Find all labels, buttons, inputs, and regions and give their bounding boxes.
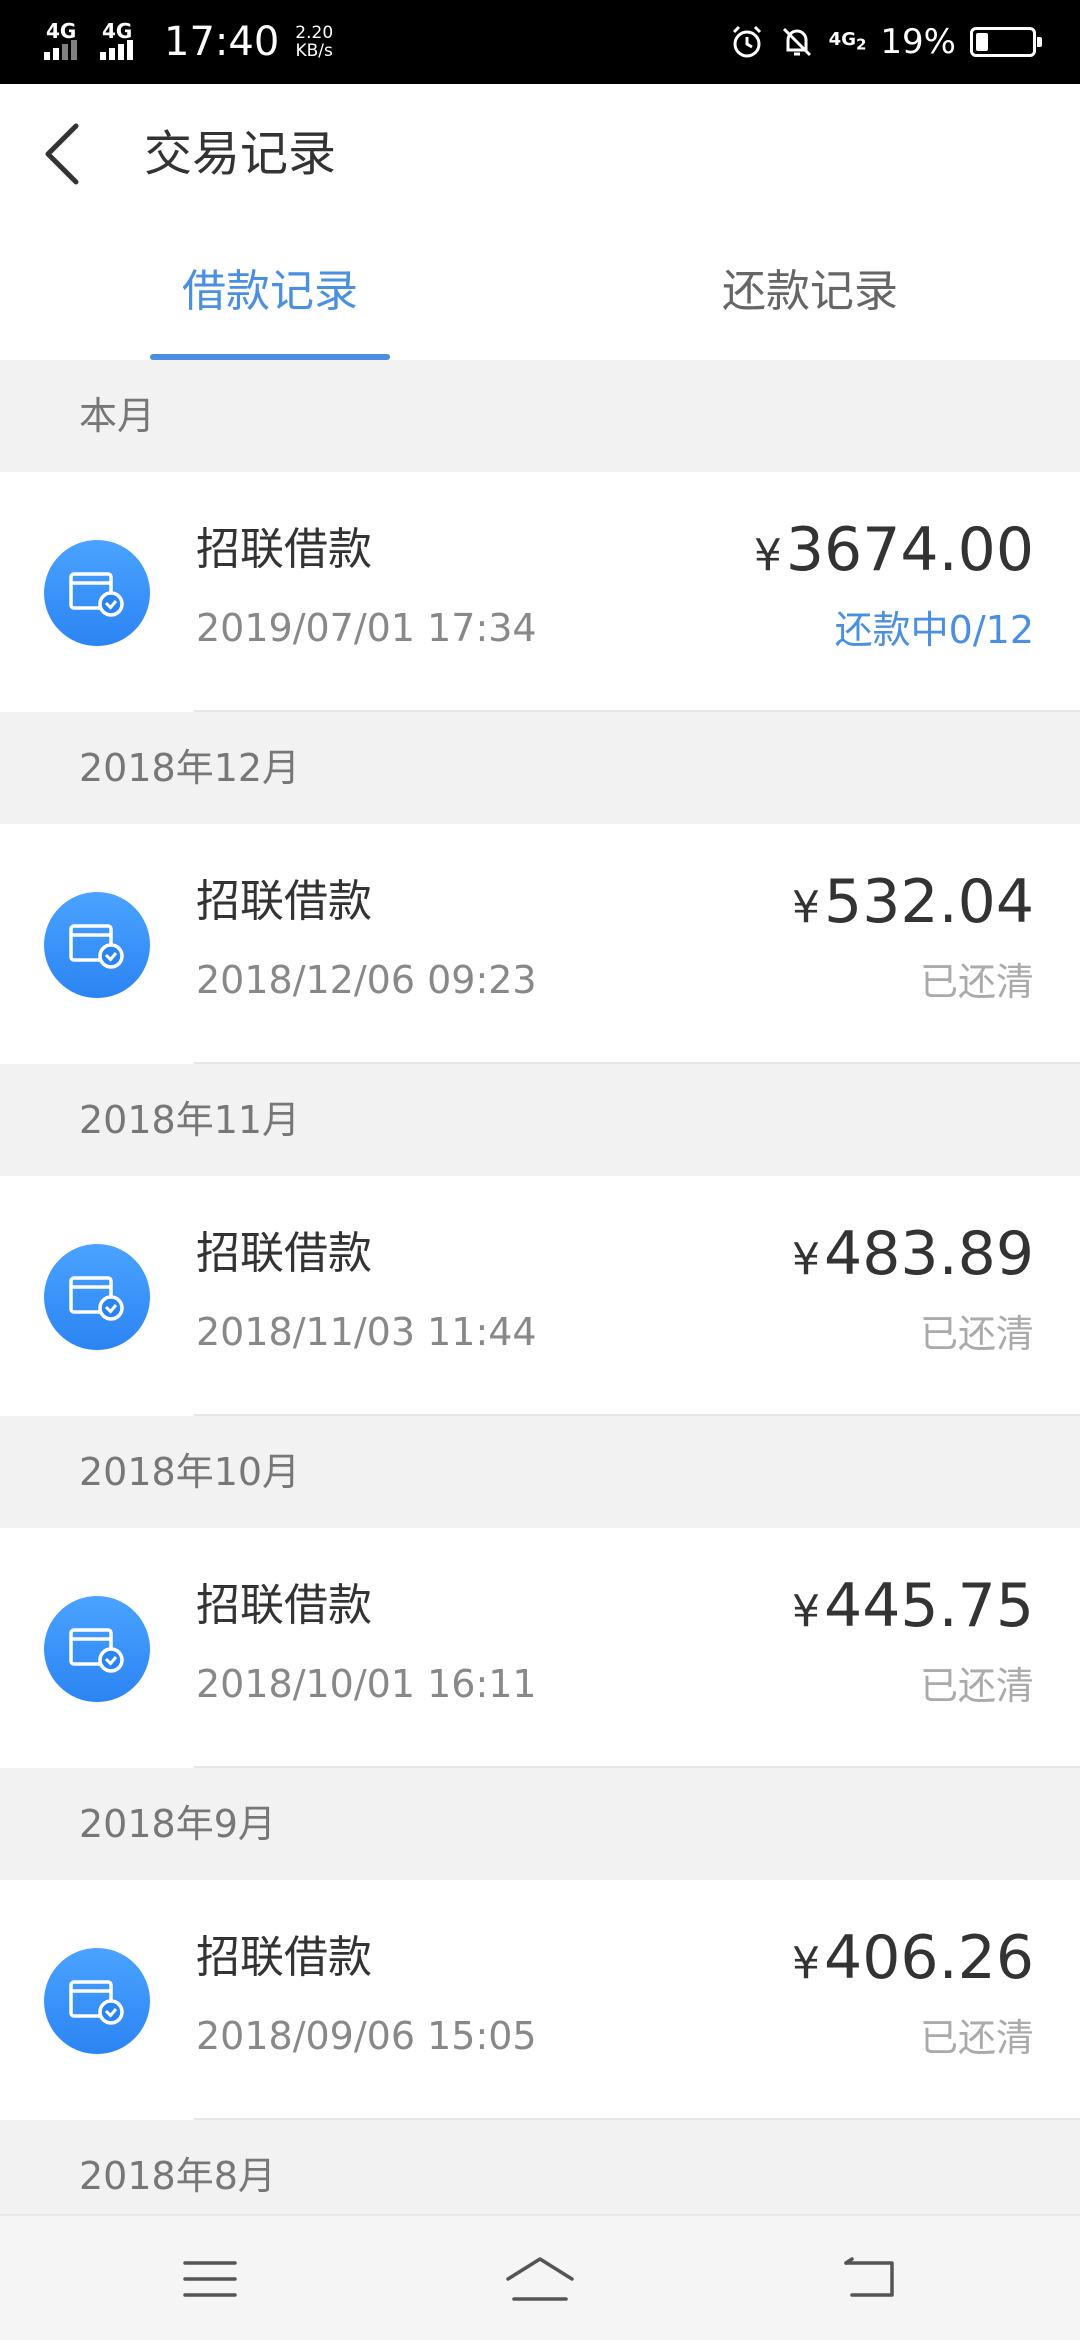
amount-value: 445.75 (824, 1571, 1034, 1641)
item-status: 已还清 (919, 1312, 1034, 1356)
currency-symbol: ¥ (792, 1938, 821, 1989)
item-amount: ¥483.89 (792, 1216, 1034, 1298)
item-name: 招联借款 (196, 1932, 372, 1983)
menu-button[interactable] (170, 2244, 250, 2314)
item-amount: ¥406.26 (792, 1920, 1034, 2002)
section-label: 本月 (79, 394, 156, 438)
amount-value: 532.04 (824, 867, 1034, 937)
section-header: 本月 (0, 360, 1080, 472)
network-type-label: 4G (828, 28, 856, 50)
item-date: 2018/12/06 09:23 (196, 958, 537, 1002)
section-header: 2018年9月 (0, 1768, 1080, 1880)
loan-icon (44, 1948, 150, 2054)
list-item[interactable]: 招联借款 2018/11/03 11:44 ¥483.89 已还清 (0, 1176, 1080, 1416)
network-type-icon: 4G2 (828, 28, 867, 54)
item-status: 已还清 (919, 1664, 1034, 1708)
item-name: 招联借款 (196, 1580, 372, 1631)
tab-loan-records[interactable]: 借款记录 (0, 224, 540, 360)
item-amount: ¥3674.00 (754, 512, 1034, 594)
home-icon (506, 2257, 574, 2301)
speed-unit: KB/s (295, 41, 333, 61)
item-status: 还款中0/12 (834, 608, 1034, 652)
network-speed: 2.20 KB/s (295, 24, 333, 60)
list-item[interactable]: 招联借款 2018/09/06 15:05 ¥406.26 已还清 (0, 1880, 1080, 2120)
battery-icon (970, 27, 1042, 57)
battery-percent: 19% (880, 22, 956, 62)
currency-symbol: ¥ (792, 1234, 821, 1285)
section-label: 2018年9月 (79, 1802, 276, 1846)
loan-icon (44, 1244, 150, 1350)
item-name: 招联借款 (196, 524, 372, 575)
signal-icon-2: 4G (100, 20, 146, 64)
status-bar: 4G 4G 17:40 2.20 KB/s 4G2 19% (0, 0, 1080, 84)
home-button[interactable] (500, 2244, 580, 2314)
item-name: 招联借款 (196, 1228, 372, 1279)
list-item[interactable]: 招联借款 2018/12/06 09:23 ¥532.04 已还清 (0, 824, 1080, 1064)
section-header: 2018年11月 (0, 1064, 1080, 1176)
signal-label: 4G (46, 19, 77, 43)
item-status: 已还清 (919, 960, 1034, 1004)
amount-value: 483.89 (824, 1219, 1034, 1289)
list-item[interactable]: 招联借款 2018/10/01 16:11 ¥445.75 已还清 (0, 1528, 1080, 1768)
page-title: 交易记录 (144, 126, 337, 182)
clock: 17:40 (164, 19, 280, 65)
return-icon (844, 2257, 894, 2297)
tab-bar: 借款记录 还款记录 (0, 224, 1080, 360)
alarm-icon (729, 24, 765, 60)
loan-icon (44, 1596, 150, 1702)
item-date: 2018/10/01 16:11 (196, 1662, 537, 1706)
speed-value: 2.20 (295, 23, 334, 43)
menu-icon (183, 2261, 237, 2297)
system-nav-bar (0, 2214, 1080, 2340)
tab-repayment-records[interactable]: 还款记录 (540, 224, 1080, 360)
section-header: 2018年8月 (0, 2120, 1080, 2214)
section-label: 2018年11月 (79, 1098, 301, 1142)
back-button[interactable] (28, 120, 96, 188)
signal-icon: 4G (44, 20, 90, 64)
currency-symbol: ¥ (792, 1586, 821, 1637)
section-label: 2018年10月 (79, 1450, 301, 1494)
item-amount: ¥445.75 (792, 1568, 1034, 1650)
network-sub-label: 2 (855, 35, 867, 54)
amount-value: 3674.00 (785, 515, 1034, 585)
chevron-left-icon (45, 123, 79, 185)
section-header: 2018年12月 (0, 712, 1080, 824)
item-date: 2018/09/06 15:05 (196, 2014, 537, 2058)
loan-icon (44, 892, 150, 998)
list-item[interactable]: 招联借款 2019/07/01 17:34 ¥3674.00 还款中0/12 (0, 472, 1080, 712)
item-date: 2018/11/03 11:44 (196, 1310, 537, 1354)
app-header: 交易记录 (0, 84, 1080, 224)
amount-value: 406.26 (824, 1923, 1034, 1993)
loan-icon (44, 540, 150, 646)
currency-symbol: ¥ (792, 882, 821, 933)
item-amount: ¥532.04 (792, 864, 1034, 946)
item-name: 招联借款 (196, 876, 372, 927)
item-date: 2019/07/01 17:34 (196, 606, 537, 650)
currency-symbol: ¥ (753, 530, 782, 581)
signal-label-2: 4G (102, 19, 133, 43)
section-label: 2018年12月 (79, 746, 301, 790)
item-status: 已还清 (919, 2016, 1034, 2060)
section-header: 2018年10月 (0, 1416, 1080, 1528)
back-nav-button[interactable] (830, 2244, 910, 2314)
mute-icon (779, 24, 815, 60)
